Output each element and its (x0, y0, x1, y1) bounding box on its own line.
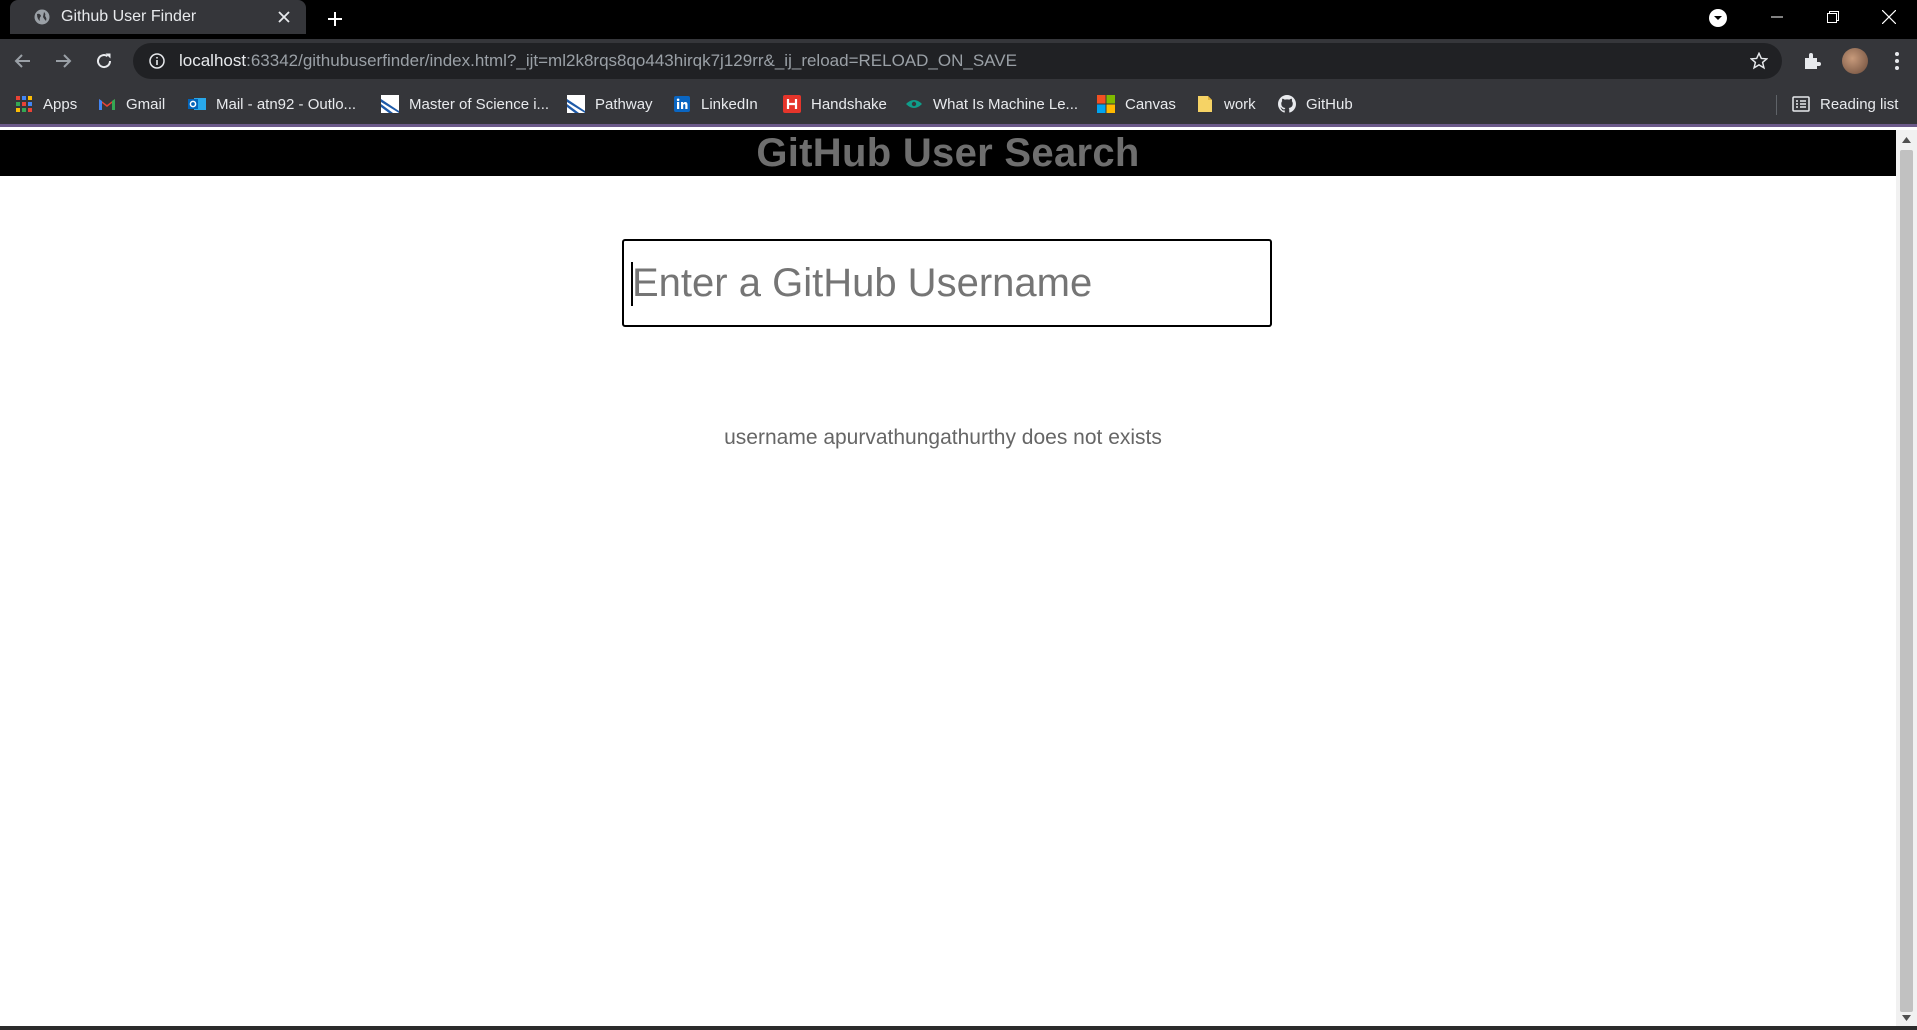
bookmark-label: work (1224, 95, 1256, 113)
status-message: username apurvathungathurthy does not ex… (724, 426, 1162, 449)
linkedin-icon (673, 95, 691, 113)
text-caret (631, 262, 633, 306)
reload-icon[interactable] (89, 46, 119, 76)
bookmark-gmail[interactable]: Gmail (98, 92, 165, 116)
restore-icon[interactable] (1805, 0, 1861, 34)
url-text[interactable]: localhost:63342/githubuserfinder/index.h… (179, 51, 1017, 71)
browser-tab[interactable]: Github User Finder (10, 0, 306, 34)
bookmark-site-icon (905, 95, 923, 113)
minimize-icon[interactable] (1749, 0, 1805, 34)
scroll-down-arrow-icon[interactable] (1901, 1012, 1912, 1023)
extensions-puzzle-icon[interactable] (1797, 46, 1827, 76)
close-tab-icon[interactable] (274, 7, 294, 27)
bookmark-label: Master of Science i... (409, 95, 550, 113)
bookmark-handshake[interactable]: Handshake (783, 92, 887, 116)
bookmark-label: Mail - atn92 - Outlo... (216, 95, 357, 113)
scroll-up-arrow-icon[interactable] (1901, 134, 1912, 145)
taskbar-edge (0, 1026, 1917, 1030)
avatar-image (1842, 48, 1868, 74)
menu-kebab-icon[interactable] (1882, 46, 1912, 76)
back-arrow-icon[interactable] (8, 46, 38, 76)
bookmark-label: LinkedIn (701, 95, 758, 113)
reading-list-label: Reading list (1820, 95, 1899, 113)
bookmark-outlook[interactable]: Mail - atn92 - Outlo... (188, 92, 356, 116)
forward-arrow-icon[interactable] (48, 46, 78, 76)
bookmark-linkedin[interactable]: LinkedIn (673, 92, 758, 116)
bookmark-site-icon (567, 95, 585, 113)
page-content: GitHub User Search username apurvathunga… (0, 130, 1896, 1026)
bookmark-github[interactable]: GitHub (1278, 92, 1353, 116)
microsoft-icon (1097, 95, 1115, 113)
bookmark-master-of-science[interactable]: Master of Science i... (381, 92, 549, 116)
folder-icon (1196, 95, 1214, 113)
profile-avatar[interactable] (1840, 46, 1870, 76)
bookmark-label: Apps (43, 95, 78, 113)
address-bar[interactable]: localhost:63342/githubuserfinder/index.h… (133, 43, 1782, 79)
apps-grid-icon (15, 95, 33, 113)
bookmark-label: Pathway (595, 95, 653, 113)
bookmarks-bar: Apps Gmail Mail - atn92 - Outlo... Maste… (0, 83, 1917, 127)
page-header: GitHub User Search (0, 130, 1896, 176)
close-window-icon[interactable] (1861, 0, 1917, 34)
bookmark-label: Canvas (1125, 95, 1176, 113)
bookmark-machine-learning[interactable]: What Is Machine Le... (905, 92, 1078, 116)
new-tab-icon[interactable] (322, 6, 348, 32)
reading-list-button[interactable]: Reading list (1792, 92, 1898, 116)
window-controls (1749, 0, 1917, 34)
bookmark-star-icon[interactable] (1748, 50, 1770, 72)
url-path: :63342/githubuserfinder/index.html?_ijt=… (246, 51, 1017, 70)
site-info-icon[interactable] (147, 51, 167, 71)
bookmark-label: Gmail (126, 95, 166, 113)
bookmark-label: GitHub (1306, 95, 1353, 113)
bookmark-label: Handshake (811, 95, 887, 113)
gmail-icon (98, 95, 116, 113)
tab-title: Github User Finder (61, 8, 197, 25)
vertical-scrollbar[interactable] (1896, 130, 1917, 1026)
bookmark-label: What Is Machine Le... (933, 95, 1079, 113)
bookmarks-divider (1776, 95, 1777, 115)
url-host: localhost (179, 51, 247, 70)
scrollbar-thumb[interactable] (1900, 150, 1913, 1012)
globe-icon (33, 8, 51, 26)
bookmark-site-icon (381, 95, 399, 113)
bookmark-canvas[interactable]: Canvas (1097, 92, 1176, 116)
tab-search-icon[interactable] (1706, 6, 1730, 30)
tab-strip: Github User Finder (0, 0, 1917, 39)
handshake-icon (783, 95, 801, 113)
page-title: GitHub User Search (756, 130, 1140, 175)
outlook-icon (188, 95, 206, 113)
bookmark-apps[interactable]: Apps (15, 92, 77, 116)
username-search-input[interactable] (622, 239, 1272, 327)
reading-list-icon (1792, 95, 1810, 113)
browser-toolbar: localhost:63342/githubuserfinder/index.h… (0, 39, 1917, 83)
bookmark-work[interactable]: work (1196, 92, 1256, 116)
bookmark-pathway[interactable]: Pathway (567, 92, 653, 116)
github-icon (1278, 95, 1296, 113)
